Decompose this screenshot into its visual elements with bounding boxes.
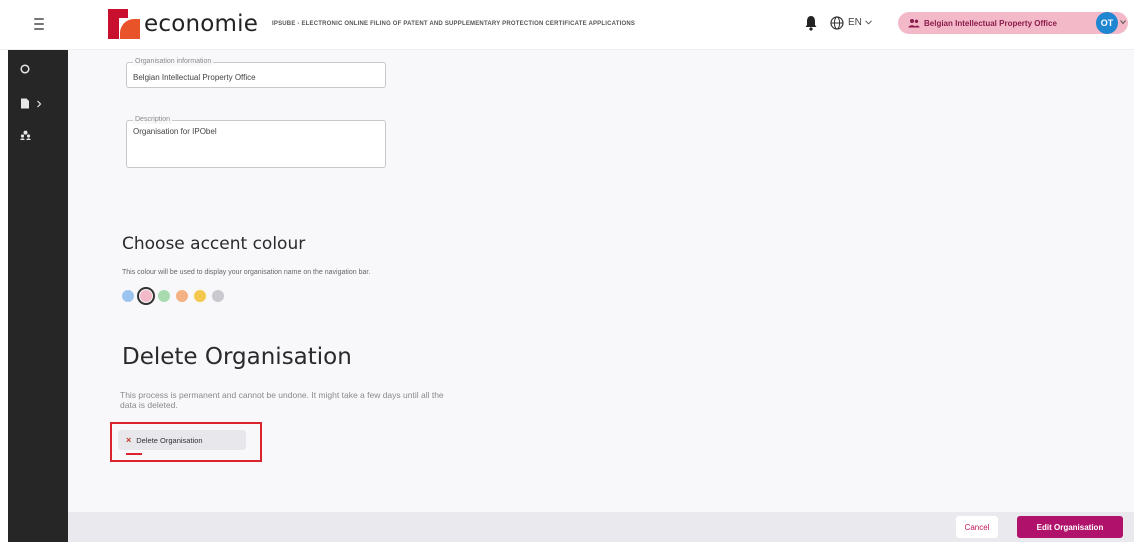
people-icon — [908, 19, 920, 28]
logo-text: economie — [144, 11, 259, 37]
notification-bell-icon[interactable] — [804, 15, 818, 31]
logo-mark — [108, 9, 140, 39]
field-label: Organisation information — [133, 58, 214, 66]
sidebar-item-documents[interactable] — [20, 98, 42, 109]
language-selector[interactable]: EN — [848, 17, 872, 28]
footer-action-bar: Cancel Edit Organisation — [68, 512, 1134, 542]
hamburger-menu-icon[interactable] — [28, 13, 50, 35]
description-field[interactable]: Description Organisation for IPObel — [126, 116, 386, 168]
accent-colour-swatch[interactable] — [212, 290, 224, 302]
main-content: Organisation information Belgian Intelle… — [68, 50, 1134, 512]
organisation-name: Belgian Intellectual Property Office — [924, 18, 1057, 28]
organisation-switcher[interactable]: Belgian Intellectual Property Office OT — [898, 12, 1128, 34]
accent-colour-title: Choose accent colour — [122, 234, 306, 254]
chevron-down-icon — [865, 20, 872, 25]
chevron-right-icon — [37, 100, 42, 107]
chevron-down-icon — [1120, 20, 1126, 25]
language-label: EN — [848, 17, 862, 28]
field-value: Belgian Intellectual Property Office — [133, 73, 256, 82]
delete-organisation-title: Delete Organisation — [122, 344, 352, 370]
delete-organisation-button-label: Delete Organisation — [136, 435, 203, 445]
economie-logo[interactable]: economie — [108, 9, 258, 39]
close-icon: × — [126, 435, 132, 445]
accent-colour-swatch[interactable] — [158, 290, 170, 302]
accent-colour-hint: This colour will be used to display your… — [122, 269, 371, 276]
sidebar — [8, 50, 68, 542]
cancel-button[interactable]: Cancel — [956, 516, 998, 538]
document-icon — [21, 98, 29, 109]
people-icon — [20, 130, 31, 140]
accent-colour-swatch[interactable] — [176, 290, 188, 302]
top-navigation-bar: economie IPSUBE - ELECTRONIC ONLINE FILI… — [0, 0, 1134, 50]
accent-colour-swatch[interactable] — [137, 287, 155, 305]
sidebar-item-users[interactable] — [20, 130, 31, 140]
app-title: IPSUBE - ELECTRONIC ONLINE FILING OF PAT… — [272, 21, 636, 27]
accent-colour-swatch[interactable] — [194, 290, 206, 302]
delete-organisation-button[interactable]: × Delete Organisation — [118, 430, 246, 450]
field-label: Description — [133, 116, 173, 124]
organisation-information-field[interactable]: Organisation information Belgian Intelle… — [126, 58, 386, 88]
edit-organisation-button[interactable]: Edit Organisation — [1017, 516, 1123, 538]
sidebar-item-home[interactable] — [20, 64, 30, 74]
avatar[interactable]: OT — [1096, 12, 1118, 34]
focus-underline — [126, 453, 142, 455]
circle-icon — [20, 64, 30, 74]
accent-colour-swatch[interactable] — [122, 290, 134, 302]
globe-icon[interactable] — [830, 16, 844, 30]
field-value: Organisation for IPObel — [133, 127, 217, 136]
delete-organisation-description: This process is permanent and cannot be … — [120, 390, 444, 410]
